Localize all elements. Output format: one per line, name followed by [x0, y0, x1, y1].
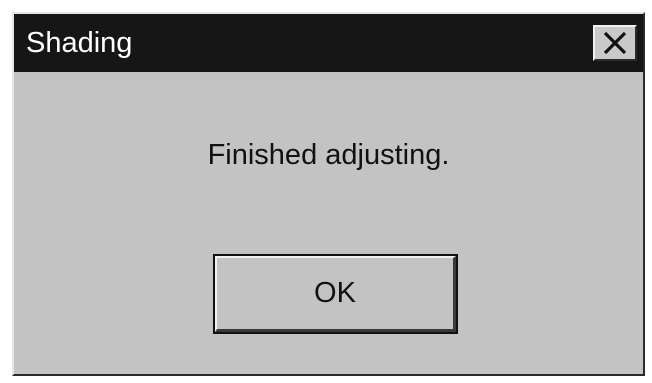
- dialog-message: Finished adjusting.: [207, 139, 450, 171]
- shading-dialog: Shading Finished adjusting. OK: [12, 12, 645, 376]
- dialog-title: Shading: [26, 27, 133, 59]
- ok-button-face: OK: [215, 256, 456, 332]
- ok-button[interactable]: OK: [213, 254, 458, 334]
- close-button[interactable]: [593, 25, 637, 61]
- close-icon: [602, 31, 628, 55]
- ok-button-label: OK: [314, 277, 356, 309]
- titlebar[interactable]: Shading: [14, 14, 643, 72]
